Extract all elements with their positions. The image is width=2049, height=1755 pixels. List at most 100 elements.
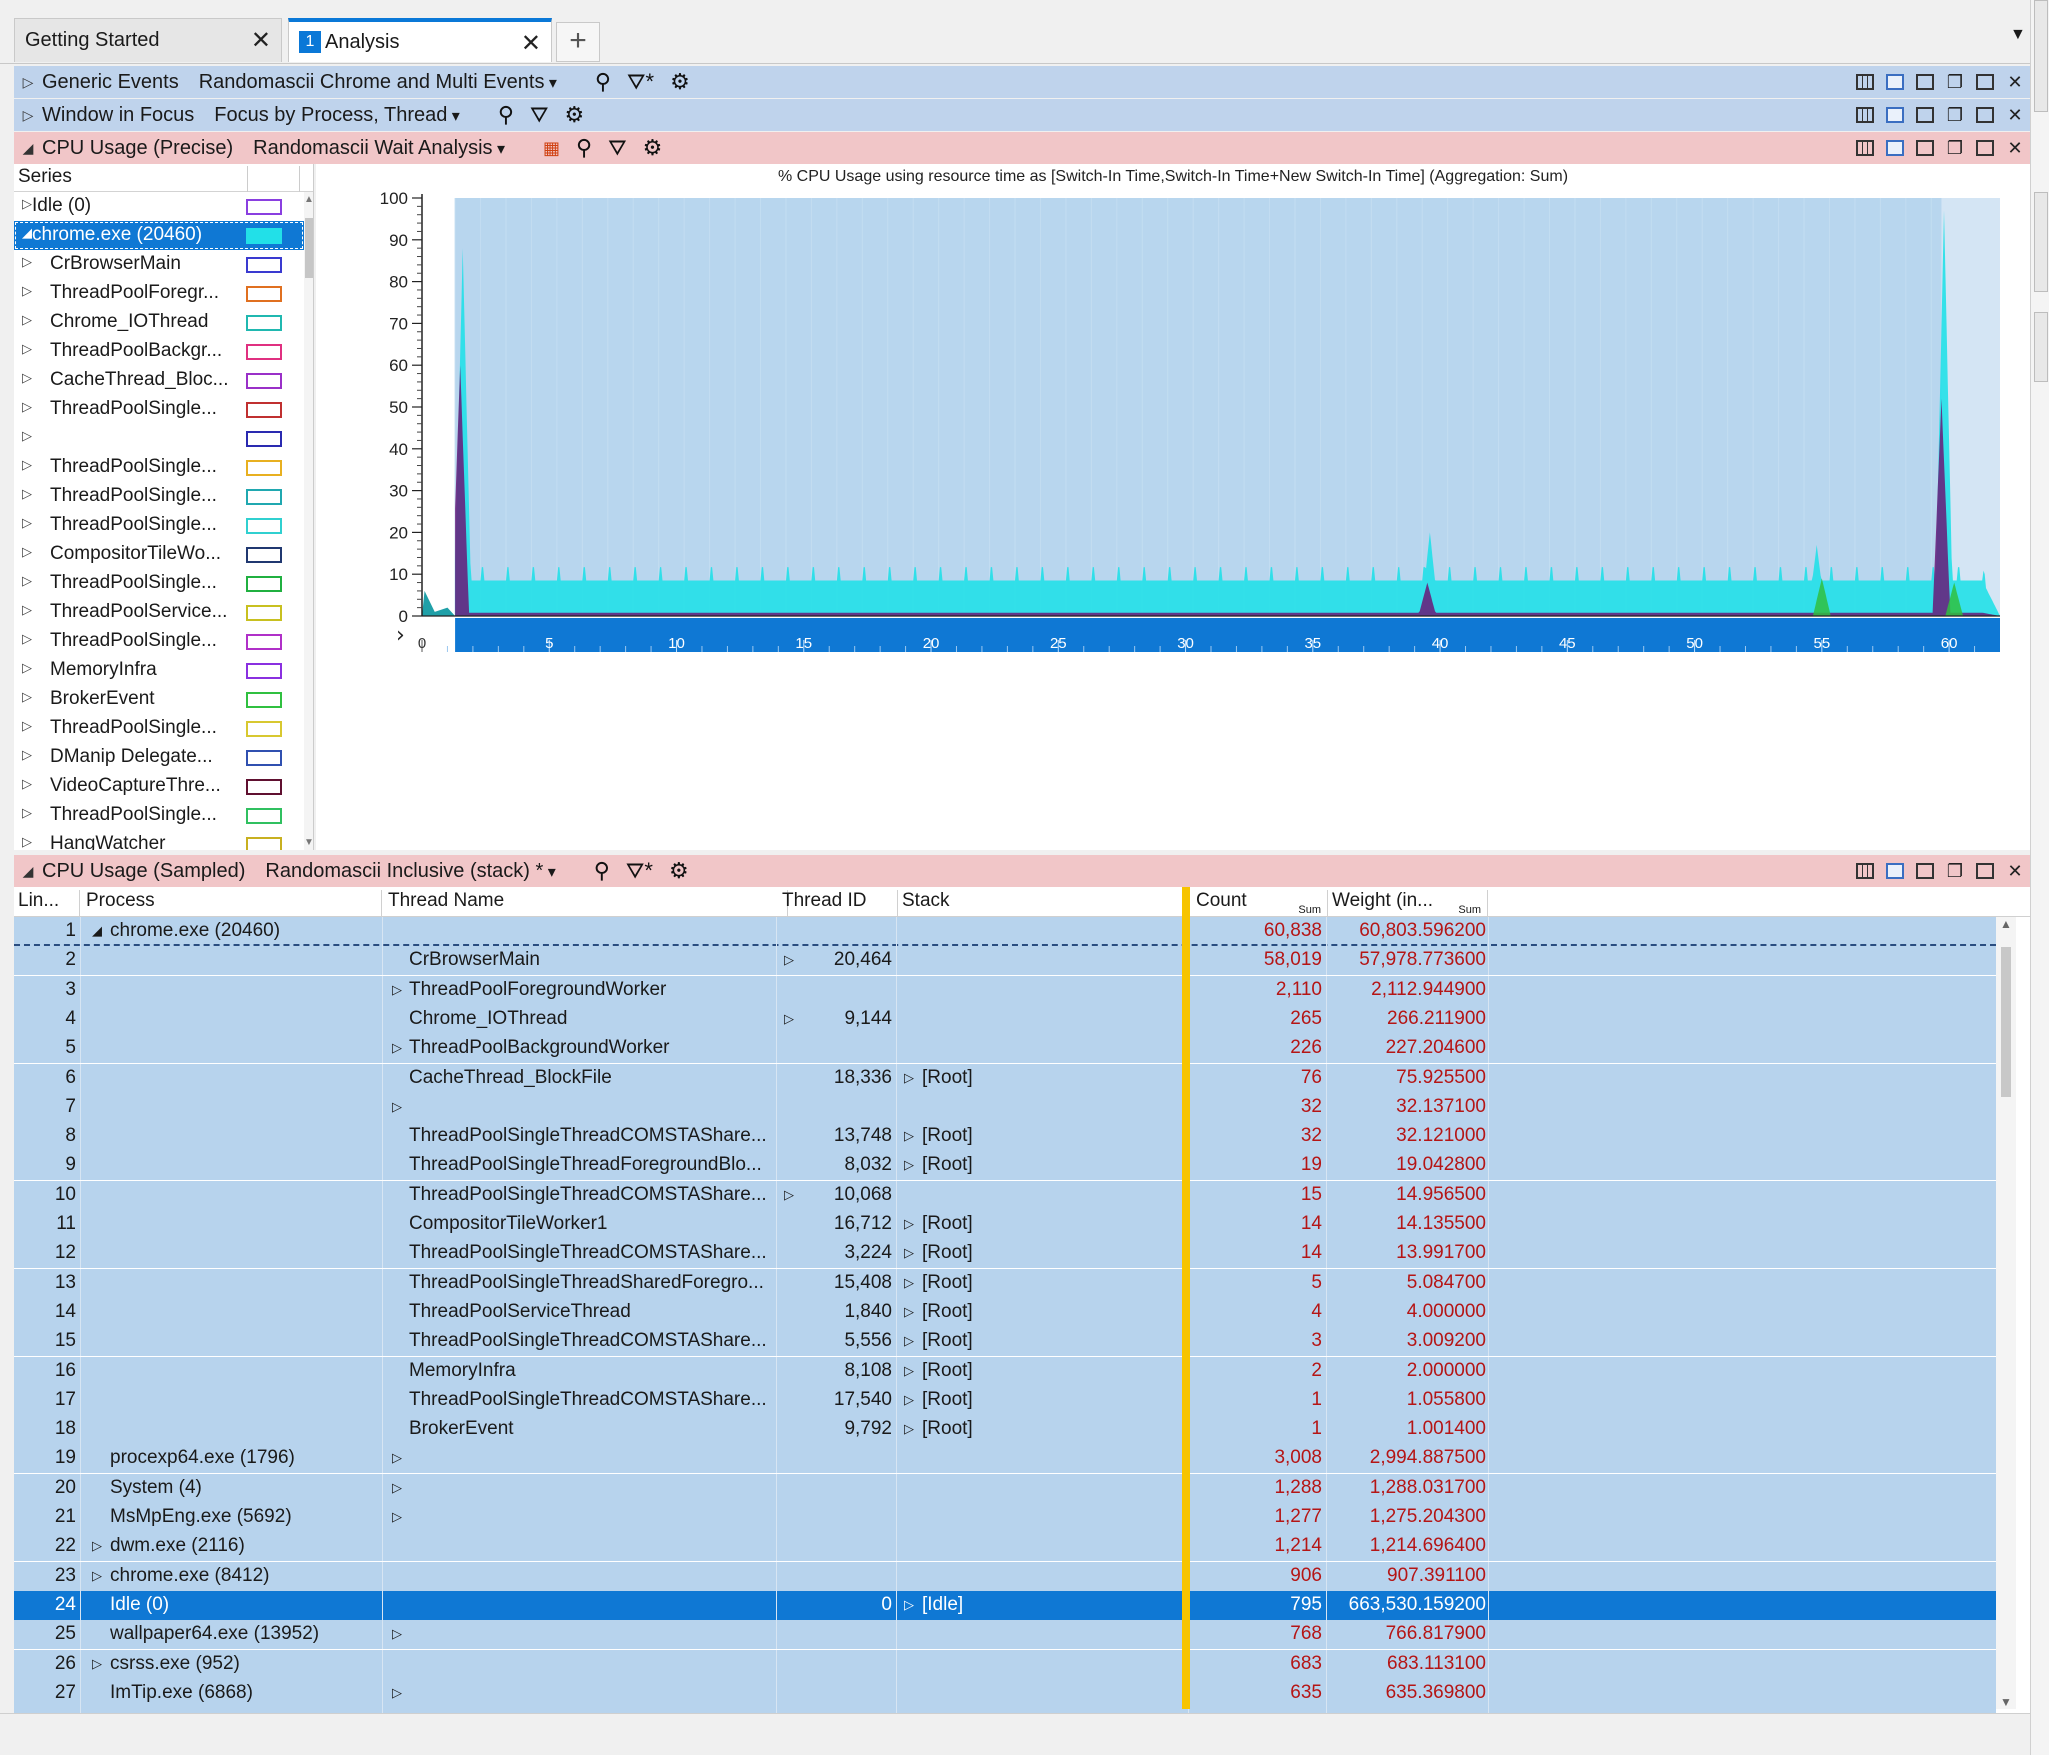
series-color-swatch[interactable] (246, 634, 282, 650)
table-row[interactable]: 5 ▷ ThreadPoolBackgroundWorker 226 227.20460… (14, 1034, 1996, 1064)
maximize-icon[interactable] (1970, 101, 2000, 129)
preset-dropdown[interactable]: Randomascii Wait Analysis (253, 137, 505, 160)
series-color-swatch[interactable] (246, 199, 282, 215)
expand-icon[interactable]: ▷ (392, 1685, 402, 1701)
series-item[interactable]: ▷ MemoryInfra (14, 656, 304, 685)
expand-icon[interactable]: ▷ (904, 1421, 914, 1437)
gear-icon[interactable]: ⚙ (669, 858, 689, 884)
expand-icon[interactable]: ▷ (22, 805, 32, 821)
series-item[interactable]: ▷ CompositorTileWo... (14, 540, 304, 569)
table-row[interactable]: 1 ◢ chrome.exe (20460) 60,838 60,803.596200 (14, 917, 1996, 946)
series-item[interactable]: ▷ ThreadPoolSingle... (14, 453, 304, 482)
series-item[interactable]: ▷ ThreadPoolSingle... (14, 569, 304, 598)
restore-icon[interactable]: ❐ (1940, 68, 1970, 96)
series-item[interactable]: ▷ BrokerEvent (14, 685, 304, 714)
series-color-swatch[interactable] (246, 547, 282, 563)
expand-icon[interactable]: ▷ (14, 107, 42, 124)
expand-icon[interactable]: ▷ (22, 254, 32, 270)
expand-icon[interactable]: ▷ (392, 1099, 402, 1115)
gear-icon[interactable]: ⚙ (564, 102, 584, 128)
series-color-swatch[interactable] (246, 431, 282, 447)
table-row[interactable]: 10 ThreadPoolSingleThreadCOMSTAShare... ▷ 1… (14, 1180, 1996, 1210)
column-header-thread-name[interactable]: Thread Name (384, 890, 788, 916)
expand-icon[interactable]: ▷ (22, 457, 32, 473)
tab-overflow-icon[interactable]: ▼ (2010, 26, 2026, 44)
scroll-up-icon[interactable]: ▲ (1996, 917, 2016, 931)
series-item[interactable]: ▷ Chrome_IOThread (14, 308, 304, 337)
expand-icon[interactable]: ▷ (22, 341, 32, 357)
expand-icon[interactable]: ▷ (22, 776, 32, 792)
column-header-process[interactable]: Process (82, 890, 382, 916)
gear-icon[interactable]: ⚙ (670, 69, 690, 95)
series-item[interactable]: ▷ DManip Delegate... (14, 743, 304, 772)
expand-icon[interactable]: ▷ (22, 515, 32, 531)
series-item[interactable]: ▷ ThreadPoolSingle... (14, 482, 304, 511)
expand-icon[interactable]: ▷ (22, 370, 32, 386)
expand-icon[interactable]: ▷ (904, 1392, 914, 1408)
search-icon[interactable]: ⚲ (595, 69, 611, 95)
series-item[interactable]: ▷ ThreadPoolSingle... (14, 714, 304, 743)
series-color-swatch[interactable] (246, 605, 282, 621)
close-icon[interactable]: ✕ (251, 26, 271, 55)
column-header-line[interactable]: Lin... (14, 890, 80, 916)
table-row[interactable]: 16 MemoryInfra 8,108 ▷ [Root] 2 2.000000 (14, 1356, 1996, 1386)
series-color-swatch[interactable] (246, 489, 282, 505)
expand-icon[interactable]: ▷ (22, 718, 32, 734)
series-color-swatch[interactable] (246, 837, 282, 850)
series-item[interactable]: ▷ CacheThread_Bloc... (14, 366, 304, 395)
series-color-swatch[interactable] (246, 460, 282, 476)
chart-view-icon[interactable] (1880, 101, 1910, 129)
series-item[interactable]: ◢ chrome.exe (20460) (14, 221, 304, 250)
tab-getting-started[interactable]: Getting Started ✕ (14, 18, 282, 62)
table-row[interactable]: 19 procexp64.exe (1796) ▷ 3,008 2,994.887500 (14, 1444, 1996, 1474)
expand-icon[interactable]: ▷ (904, 1128, 914, 1144)
expand-icon[interactable]: ▷ (904, 1333, 914, 1349)
column-header-weight[interactable]: Weight (in... Sum (1328, 890, 1488, 916)
table-row[interactable]: 4 Chrome_IOThread ▷ 9,144 265 266.211900 (14, 1004, 1996, 1034)
maximize-icon[interactable] (1970, 134, 2000, 162)
series-item[interactable]: ▷ ThreadPoolService... (14, 598, 304, 627)
expand-icon[interactable]: ▷ (22, 544, 32, 560)
expand-icon[interactable]: ▷ (904, 1597, 914, 1613)
graph-header-cpu-sampled[interactable]: ◢ CPU Usage (Sampled) Randomascii Inclus… (14, 855, 2030, 887)
column-header-stack[interactable]: Stack (898, 890, 1188, 916)
table-row[interactable]: 24 Idle (0) 0 ▷ [Idle] 795 663,530.159200 (14, 1590, 1996, 1620)
series-color-swatch[interactable] (246, 808, 282, 824)
collapse-icon[interactable]: ◢ (14, 140, 42, 157)
table-row[interactable]: 22 ▷ dwm.exe (2116) 1,214 1,214.696400 (14, 1532, 1996, 1562)
series-color-swatch[interactable] (246, 721, 282, 737)
series-color-swatch[interactable] (246, 692, 282, 708)
series-item[interactable]: ▷ ThreadPoolBackgr... (14, 337, 304, 366)
collapse-icon[interactable]: ◢ (14, 863, 42, 880)
gear-icon[interactable]: ⚙ (643, 135, 663, 161)
collapse-icon[interactable]: ◢ (92, 923, 102, 939)
expand-icon[interactable]: ▷ (22, 631, 32, 647)
expand-icon[interactable]: ▷ (22, 196, 32, 212)
series-color-swatch[interactable] (246, 518, 282, 534)
grouping-divider-bar[interactable] (1182, 887, 1190, 1709)
dock-vertical-tab[interactable] (2034, 312, 2048, 382)
search-icon[interactable]: ⚲ (594, 858, 610, 884)
chart-svg[interactable]: 01020304050607080901000 5 10 15 20 25 30 35 40 45… (316, 164, 2030, 850)
table-view-icon[interactable] (1850, 68, 1880, 96)
grid-view-icon[interactable] (1910, 857, 1940, 885)
scroll-down-icon[interactable]: ▼ (304, 837, 313, 848)
table-row[interactable]: 8 ThreadPoolSingleThreadCOMSTAShare... 13,… (14, 1122, 1996, 1152)
expand-icon[interactable]: ▷ (92, 1568, 102, 1584)
filter-icon[interactable]: ⛛ (530, 102, 548, 128)
expand-icon[interactable]: ▷ (904, 1157, 914, 1173)
expand-icon[interactable]: ▷ (904, 1275, 914, 1291)
series-item[interactable]: ▷ Idle (0) (14, 192, 304, 221)
graph-header-generic-events[interactable]: ▷ Generic Events Randomascii Chrome and … (14, 66, 2030, 98)
scroll-up-icon[interactable]: ▲ (304, 194, 313, 205)
series-color-swatch[interactable] (246, 576, 282, 592)
table-row[interactable]: 17 ThreadPoolSingleThreadCOMSTAShare... 17… (14, 1385, 1996, 1415)
series-color-swatch[interactable] (246, 779, 282, 795)
expand-icon[interactable]: ▷ (22, 428, 32, 444)
restore-icon[interactable]: ❐ (1940, 134, 1970, 162)
table-row[interactable]: 25 wallpaper64.exe (13952) ▷ 768 766.817900 (14, 1620, 1996, 1650)
series-color-swatch[interactable] (246, 344, 282, 360)
table-row[interactable]: 26 ▷ csrss.exe (952) 683 683.113100 (14, 1649, 1996, 1679)
dock-vertical-tab[interactable] (2034, 0, 2048, 112)
grid-view-icon[interactable] (1910, 68, 1940, 96)
